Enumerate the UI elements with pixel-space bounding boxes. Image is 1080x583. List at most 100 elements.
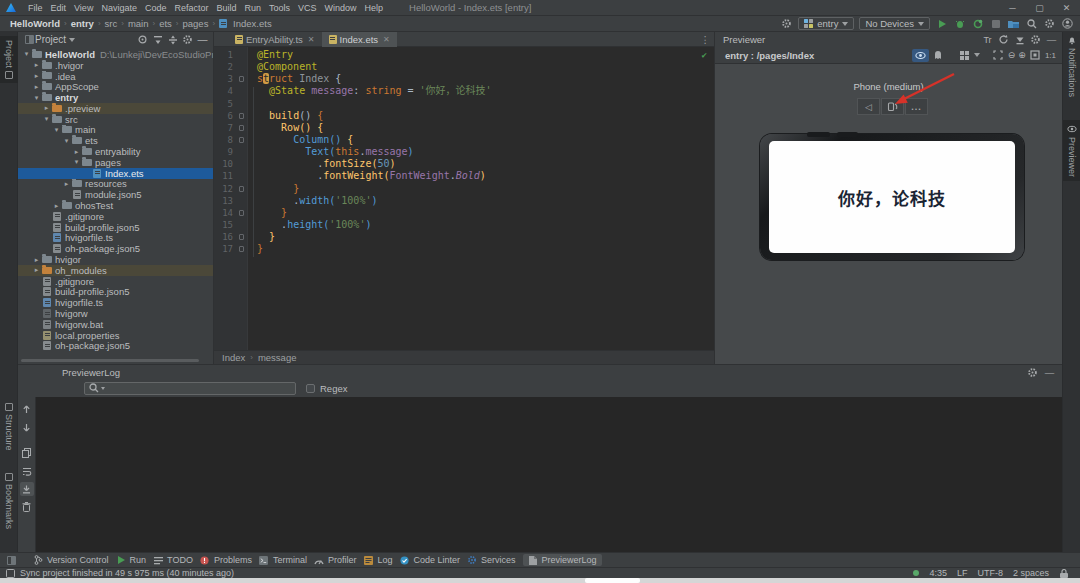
menu-code[interactable]: Code	[141, 3, 171, 13]
preview-mode-toggle[interactable]	[912, 49, 929, 62]
breadcrumb-pages[interactable]: pages	[183, 18, 209, 29]
debug-icon[interactable]	[953, 17, 966, 30]
regex-option[interactable]: Regex	[306, 383, 347, 394]
previewer-settings-icon[interactable]	[1029, 33, 1042, 46]
tree-item-hvigorfile-ts[interactable]: hvigorfile.ts	[18, 233, 213, 244]
fold-marker-icon[interactable]	[239, 76, 244, 82]
tool-button-code-linter[interactable]: Code Linter	[399, 555, 460, 565]
tree-item-index-ets[interactable]: Index.ets	[18, 168, 213, 179]
tree-item-oh-package-json5[interactable]: oh-package.json5	[18, 243, 213, 254]
log-output[interactable]	[36, 397, 1062, 552]
menu-run[interactable]: Run	[240, 3, 265, 13]
settings-icon[interactable]	[780, 17, 793, 30]
fold-marker-icon[interactable]	[239, 186, 244, 192]
taskbar-search-pill[interactable]	[585, 578, 640, 583]
device-selector[interactable]: No Devices	[859, 17, 930, 30]
menu-view[interactable]: View	[70, 3, 97, 13]
tree-item-idea[interactable]: ▸.idea	[18, 71, 213, 82]
tree-item-hvigorw[interactable]: hvigorw	[18, 308, 213, 319]
breadcrumb-entry[interactable]: entry	[71, 18, 94, 29]
jump-to-source-icon[interactable]	[1013, 33, 1026, 46]
tool-tab-structure[interactable]: Structure	[0, 403, 18, 451]
tool-button-previewerlog[interactable]: PreviewerLog	[523, 554, 602, 566]
log-settings-icon[interactable]	[1026, 366, 1039, 379]
project-collapse-all-icon[interactable]	[151, 33, 164, 46]
menu-tools[interactable]: Tools	[265, 3, 294, 13]
search-everywhere-icon[interactable]	[1025, 17, 1038, 30]
close-tab-icon[interactable]: ✕	[308, 35, 315, 44]
copy-icon[interactable]	[20, 446, 34, 460]
tool-tab-previewer[interactable]: Previewer	[1063, 120, 1080, 181]
project-hide-icon[interactable]: —	[196, 33, 209, 46]
breadcrumb-helloworld[interactable]: HelloWorld	[10, 18, 60, 29]
log-hide-icon[interactable]: —	[1043, 366, 1056, 379]
close-tab-icon[interactable]: ✕	[383, 35, 390, 44]
inspect-mode-toggle[interactable]	[930, 49, 947, 62]
tool-button-version-control[interactable]: Version Control	[33, 555, 109, 565]
tree-item-main[interactable]: ▾main	[18, 125, 213, 136]
project-horizontal-scrollbar[interactable]	[21, 359, 199, 362]
rotate-left-button[interactable]: ◁	[857, 98, 880, 115]
stop-icon[interactable]	[989, 17, 1002, 30]
clear-icon[interactable]	[20, 500, 34, 514]
breadcrumb-main[interactable]: main	[128, 18, 149, 29]
tree-item-gitignore[interactable]: .gitignore	[18, 211, 213, 222]
tree-item-helloworld[interactable]: ▾HelloWorldD:\Lunkeji\DevEcoStudioProjec…	[18, 49, 213, 60]
tool-button-log[interactable]: Log	[363, 555, 392, 565]
sdk-manager-icon[interactable]	[1007, 17, 1020, 30]
font-size-icon[interactable]: Tr	[981, 33, 994, 46]
breadcrumb-message[interactable]: message	[258, 352, 297, 363]
profile-icon[interactable]	[971, 17, 984, 30]
grid-dropdown-icon[interactable]	[974, 53, 980, 57]
fold-marker-icon[interactable]	[239, 210, 244, 216]
scroll-up-icon[interactable]	[20, 402, 34, 416]
fold-marker-icon[interactable]	[239, 113, 244, 119]
tool-button-profiler[interactable]: Profiler	[314, 555, 357, 565]
module-selector[interactable]: entry	[798, 17, 854, 30]
project-panel-title[interactable]: Project	[35, 34, 66, 45]
menu-help[interactable]: Help	[361, 3, 388, 13]
tree-item-oh-package-json5[interactable]: oh-package.json5	[18, 341, 213, 352]
menu-vcs[interactable]: VCS	[294, 3, 321, 13]
encoding[interactable]: UTF-8	[977, 568, 1003, 578]
tree-item-local-properties[interactable]: local.properties	[18, 330, 213, 341]
regex-checkbox[interactable]	[306, 384, 315, 393]
frame-icon[interactable]	[992, 49, 1005, 62]
tool-windows-icon[interactable]	[6, 555, 16, 565]
breadcrumb-index[interactable]: Index	[222, 352, 245, 363]
tree-item-entryability[interactable]: ▸entryability	[18, 146, 213, 157]
soft-wrap-icon[interactable]	[20, 464, 34, 478]
fold-marker-icon[interactable]	[239, 137, 244, 143]
account-icon[interactable]	[1061, 17, 1074, 30]
fold-marker-icon[interactable]	[239, 246, 244, 252]
tree-item-module-json5[interactable]: module.json5	[18, 189, 213, 200]
tree-item-hvigor[interactable]: ▸.hvigor	[18, 60, 213, 71]
zoom-in-icon[interactable]: ⊕	[1018, 50, 1026, 60]
lock-icon[interactable]	[1059, 569, 1068, 578]
tool-tab-project[interactable]: Project	[0, 36, 18, 83]
code-editor[interactable]: 1@Entry2@Component3struct Index {4 @Stat…	[214, 47, 714, 350]
line-ending[interactable]: LF	[957, 568, 968, 578]
editor-tab-index-ets[interactable]: Index.ets✕	[322, 32, 397, 47]
run-icon[interactable]	[935, 17, 948, 30]
phone-screen[interactable]: 你好，论科技	[769, 141, 1015, 253]
tree-item-ohostest[interactable]: ▸ohosTest	[18, 200, 213, 211]
tree-item-oh-modules[interactable]: ▸oh_modules	[18, 265, 213, 276]
tree-item-gitignore[interactable]: .gitignore	[18, 276, 213, 287]
tree-item-appscope[interactable]: ▸AppScope	[18, 81, 213, 92]
fold-marker-icon[interactable]	[239, 125, 244, 131]
tree-item-hvigorfile-ts[interactable]: hvigorfile.ts	[18, 297, 213, 308]
hide-panel-icon[interactable]: —	[1045, 33, 1058, 46]
tool-button-services[interactable]: Services	[467, 555, 516, 565]
zoom-one-to-one[interactable]: 1:1	[1045, 51, 1056, 60]
tree-item-src[interactable]: ▾src	[18, 114, 213, 125]
menu-build[interactable]: Build	[212, 3, 240, 13]
zoom-out-icon[interactable]: ⊖	[1008, 50, 1016, 60]
tool-tab-bookmarks[interactable]: Bookmarks	[0, 473, 18, 529]
breadcrumb-index-ets[interactable]: Index.ets	[233, 18, 272, 29]
menu-window[interactable]: Window	[321, 3, 361, 13]
tab-list-icon[interactable]: ⋮	[701, 34, 711, 45]
scroll-down-icon[interactable]	[20, 420, 34, 434]
tree-item-preview[interactable]: ▸.preview	[18, 103, 213, 114]
grid-icon[interactable]	[958, 49, 971, 62]
